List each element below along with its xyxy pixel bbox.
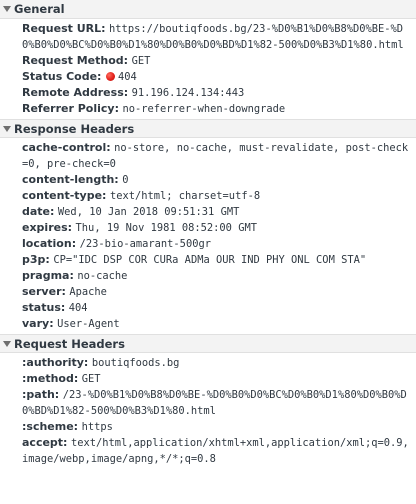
header-value: 91.196.124.134:443: [131, 87, 245, 99]
general-row-request-url[interactable]: Request URL: https://boutiqfoods.bg/23-%…: [0, 21, 416, 53]
header-key: expires:: [22, 221, 73, 234]
collapse-triangle-icon[interactable]: [3, 6, 11, 12]
header-key: server:: [22, 285, 66, 298]
header-key: content-length:: [22, 173, 119, 186]
header-key: vary:: [22, 317, 54, 330]
header-key: Remote Address:: [22, 86, 129, 99]
response-headers-section-title: Response Headers: [14, 122, 135, 136]
response-header-row[interactable]: vary: User-Agent: [0, 316, 416, 332]
header-value: no-referrer-when-downgrade: [122, 103, 286, 115]
header-key: content-type:: [22, 189, 107, 202]
header-key: Request Method:: [22, 54, 129, 67]
response-header-row[interactable]: status: 404: [0, 300, 416, 316]
header-value: /23-%D0%B1%D0%B8%D0%BE-%D0%B0%D0%BC%D0%B…: [22, 389, 407, 417]
response-headers-section-header[interactable]: Response Headers: [0, 119, 416, 138]
collapse-triangle-icon[interactable]: [3, 341, 11, 347]
request-header-row[interactable]: :authority: boutiqfoods.bg: [0, 355, 416, 371]
header-value: text/html; charset=utf-8: [109, 190, 261, 202]
request-header-row[interactable]: :method: GET: [0, 371, 416, 387]
response-header-row[interactable]: server: Apache: [0, 284, 416, 300]
header-key: status:: [22, 301, 66, 314]
response-header-row[interactable]: content-type: text/html; charset=utf-8: [0, 188, 416, 204]
header-value: 404: [68, 302, 88, 314]
header-value: 404: [117, 71, 137, 83]
header-value: no-cache: [77, 270, 128, 282]
general-row-request-method[interactable]: Request Method: GET: [0, 53, 416, 69]
header-value: Thu, 19 Nov 1981 08:52:00 GMT: [75, 222, 257, 234]
response-header-row[interactable]: cache-control: no-store, no-cache, must-…: [0, 140, 416, 172]
header-key: cache-control:: [22, 141, 111, 154]
header-key: date:: [22, 205, 55, 218]
response-header-row[interactable]: location: /23-bio-amarant-500gr: [0, 236, 416, 252]
response-headers-section: Response Headers cache-control: no-store…: [0, 119, 416, 334]
general-section: General Request URL: https://boutiqfoods…: [0, 0, 416, 119]
header-key: :scheme:: [22, 420, 79, 433]
header-key: location:: [22, 237, 77, 250]
request-header-row[interactable]: :path: /23-%D0%B1%D0%B8%D0%BE-%D0%B0%D0%…: [0, 387, 416, 419]
request-header-row[interactable]: accept: text/html,application/xhtml+xml,…: [0, 435, 416, 467]
header-value: GET: [131, 55, 151, 67]
request-headers-section-header[interactable]: Request Headers: [0, 334, 416, 353]
general-row-status-code[interactable]: Status Code: 404: [0, 69, 416, 85]
header-key: pragma:: [22, 269, 74, 282]
header-key: :path:: [22, 388, 60, 401]
header-value: Apache: [69, 286, 107, 298]
response-header-row[interactable]: date: Wed, 10 Jan 2018 09:51:31 GMT: [0, 204, 416, 220]
response-header-row[interactable]: content-length: 0: [0, 172, 416, 188]
response-header-row[interactable]: p3p: CP="IDC DSP COR CURa ADMa OUR IND P…: [0, 252, 416, 268]
general-row-remote-address[interactable]: Remote Address: 91.196.124.134:443: [0, 85, 416, 101]
header-value: 0: [122, 174, 129, 186]
header-key: Request URL:: [22, 22, 106, 35]
general-row-referrer-policy[interactable]: Referrer Policy: no-referrer-when-downgr…: [0, 101, 416, 117]
general-section-header[interactable]: General: [0, 0, 416, 19]
header-key: p3p:: [22, 253, 50, 266]
header-value: boutiqfoods.bg: [91, 357, 180, 369]
response-header-row[interactable]: pragma: no-cache: [0, 268, 416, 284]
header-value: text/html,application/xhtml+xml,applicat…: [22, 437, 409, 465]
request-header-row[interactable]: :scheme: https: [0, 419, 416, 435]
general-rows: Request URL: https://boutiqfoods.bg/23-%…: [0, 19, 416, 119]
header-key: Referrer Policy:: [22, 102, 119, 115]
header-key: Status Code:: [22, 70, 102, 83]
header-value: /23-bio-amarant-500gr: [79, 238, 211, 250]
request-headers-rows: :authority: boutiqfoods.bg :method: GET …: [0, 353, 416, 469]
request-headers-section-title: Request Headers: [14, 337, 125, 351]
general-section-title: General: [14, 2, 65, 16]
header-key: accept:: [22, 436, 68, 449]
status-error-dot-icon: [105, 72, 115, 81]
collapse-triangle-icon[interactable]: [3, 126, 11, 132]
request-headers-section: Request Headers :authority: boutiqfoods.…: [0, 334, 416, 469]
header-value: https: [81, 421, 113, 433]
response-headers-rows: cache-control: no-store, no-cache, must-…: [0, 138, 416, 334]
header-key: :authority:: [22, 356, 89, 369]
header-value: CP="IDC DSP COR CURa ADMa OUR IND PHY ON…: [53, 254, 367, 266]
header-value: User-Agent: [57, 318, 120, 330]
response-header-row[interactable]: expires: Thu, 19 Nov 1981 08:52:00 GMT: [0, 220, 416, 236]
header-value: Wed, 10 Jan 2018 09:51:31 GMT: [57, 206, 240, 218]
header-key: :method:: [22, 372, 79, 385]
header-value: GET: [81, 373, 101, 385]
